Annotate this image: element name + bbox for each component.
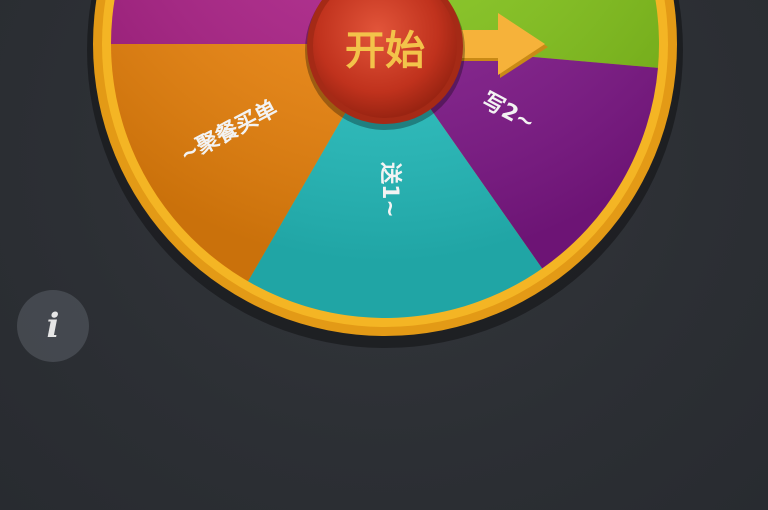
info-icon: i	[46, 306, 60, 346]
start-button-label: 开始	[345, 28, 425, 74]
info-button[interactable]: i	[17, 290, 89, 362]
screen: ~聚餐买单 送1~ 写2~ 开始 i	[0, 0, 768, 510]
prize-wheel-graphic: ~聚餐买单 送1~ 写2~ 开始	[87, 0, 683, 348]
prize-wheel[interactable]: ~聚餐买单 送1~ 写2~ 开始	[0, 0, 768, 510]
segment-label-cyan: 送1~	[377, 162, 403, 218]
